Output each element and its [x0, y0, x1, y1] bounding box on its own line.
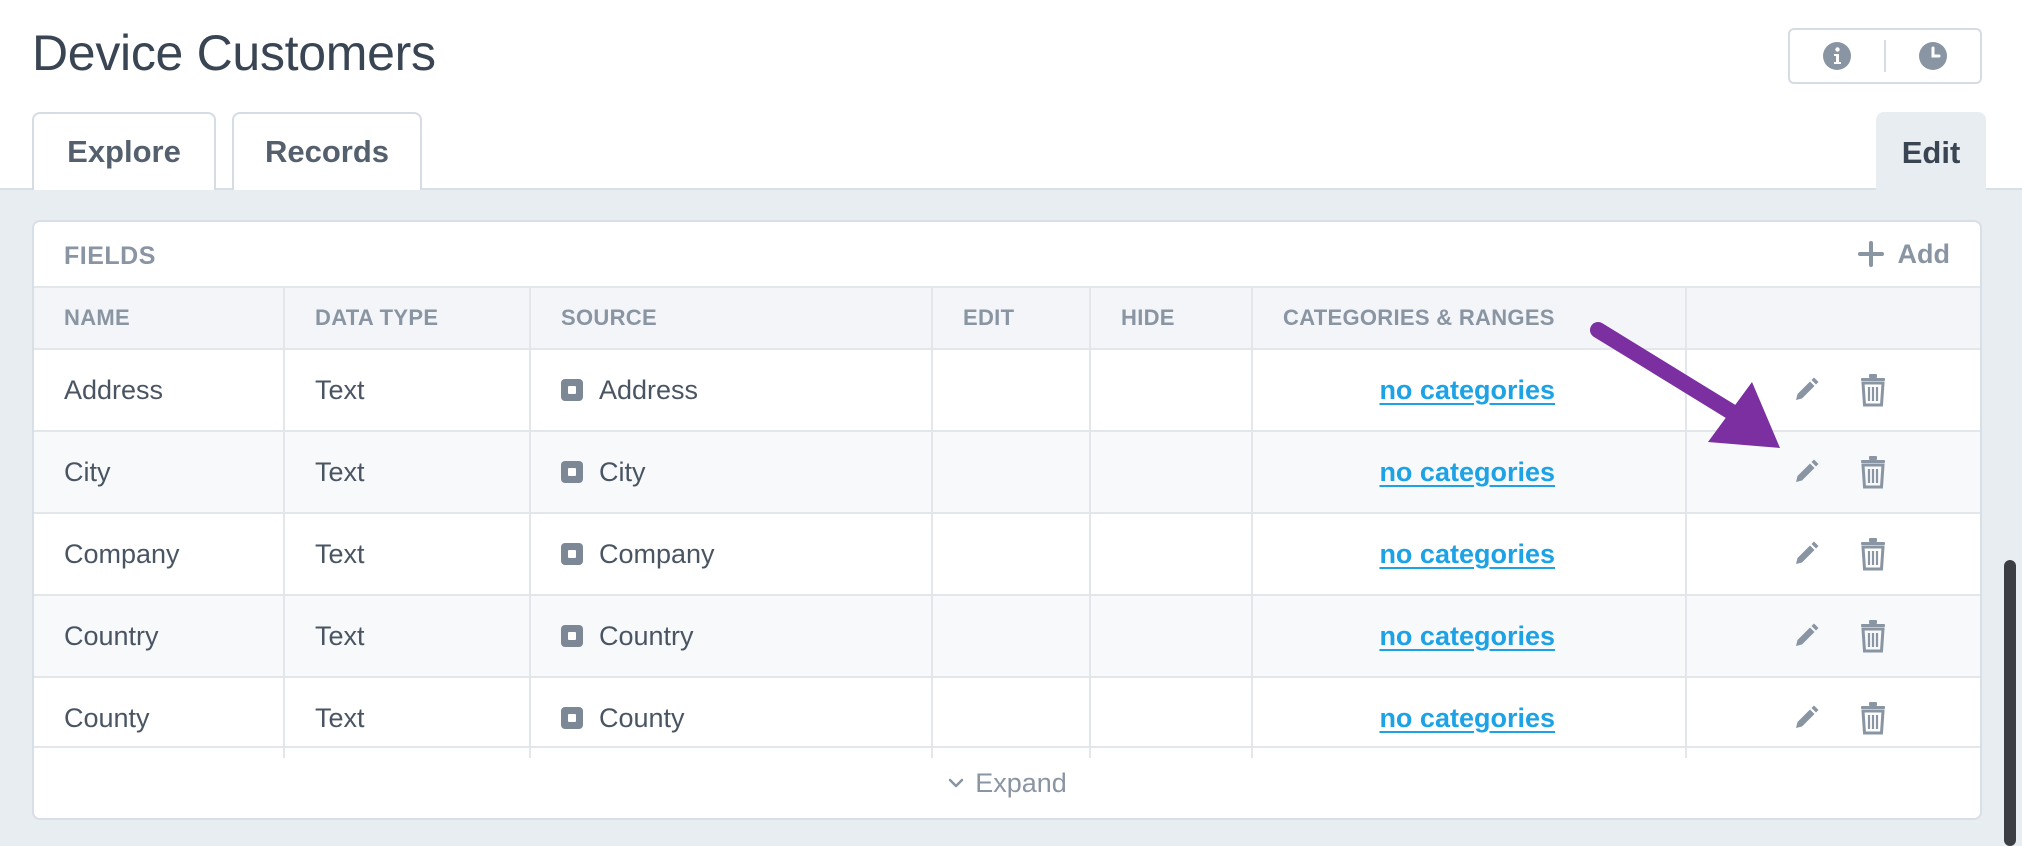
delete-field-button[interactable] — [1858, 619, 1888, 653]
delete-field-button[interactable] — [1858, 537, 1888, 571]
field-source: Address — [599, 374, 699, 405]
column-header-source[interactable]: SOURCE — [530, 286, 933, 349]
field-data-type: Text — [284, 430, 531, 513]
field-data-type: Text — [284, 348, 531, 431]
table-row: Country Text Country no categories — [34, 594, 1980, 677]
pencil-icon — [1796, 541, 1819, 564]
page-scrollbar[interactable] — [2004, 560, 2016, 846]
field-source-cell: Country — [530, 594, 933, 677]
column-header-actions — [1686, 286, 1980, 349]
field-source: Company — [599, 538, 715, 569]
pencil-icon — [1796, 705, 1819, 728]
table-row: Company Text Company no categories — [34, 512, 1980, 595]
source-column-icon — [561, 461, 583, 483]
trash-icon — [1861, 702, 1885, 735]
tab-explore[interactable]: Explore — [32, 112, 216, 190]
edit-field-button[interactable] — [1792, 622, 1820, 650]
categories-link[interactable]: no categories — [1283, 621, 1685, 652]
table-row: City Text City no categories — [34, 430, 1980, 513]
column-header-data-type[interactable]: DATA TYPE — [284, 286, 531, 349]
source-column-icon — [561, 543, 583, 565]
history-button[interactable] — [1886, 30, 1980, 82]
field-actions-cell — [1686, 512, 1980, 595]
expand-button[interactable]: Expand — [34, 746, 1980, 818]
field-categories-cell: no categories — [1252, 348, 1687, 431]
page-title: Device Customers — [32, 25, 436, 81]
column-header-edit: EDIT — [932, 286, 1091, 349]
add-field-button[interactable]: Add — [1857, 236, 1950, 272]
field-source-cell: Company — [530, 512, 933, 595]
page-header: Device Customers Explore Records Edit — [0, 0, 2022, 192]
delete-field-button[interactable] — [1858, 701, 1888, 735]
source-column-icon — [561, 379, 583, 401]
field-edit-cell — [932, 430, 1091, 513]
field-source: County — [599, 702, 685, 733]
column-header-name[interactable]: NAME — [34, 286, 285, 349]
categories-link[interactable]: no categories — [1283, 457, 1685, 488]
field-categories-cell: no categories — [1252, 430, 1687, 513]
pencil-icon — [1796, 377, 1819, 400]
field-categories-cell: no categories — [1252, 512, 1687, 595]
field-source: City — [599, 456, 646, 487]
field-hide-cell — [1090, 594, 1253, 677]
column-header-hide: HIDE — [1090, 286, 1253, 349]
field-actions-cell — [1686, 594, 1980, 677]
delete-field-button[interactable] — [1858, 455, 1888, 489]
header-icon-group — [1788, 28, 1982, 84]
delete-field-button[interactable] — [1858, 373, 1888, 407]
source-column-icon — [561, 707, 583, 729]
tab-records[interactable]: Records — [232, 112, 422, 190]
field-edit-cell — [932, 594, 1091, 677]
expand-label: Expand — [975, 767, 1067, 798]
info-icon — [1823, 42, 1851, 70]
chevron-down-icon — [948, 778, 964, 788]
table-row: Address Text Address no categories — [34, 348, 1980, 431]
field-edit-cell — [932, 348, 1091, 431]
tab-edit[interactable]: Edit — [1876, 112, 1986, 192]
field-name: Address — [34, 348, 285, 431]
field-source-cell: City — [530, 430, 933, 513]
field-source: Country — [599, 620, 694, 651]
categories-link[interactable]: no categories — [1283, 375, 1685, 406]
field-source-cell: Address — [530, 348, 933, 431]
categories-link[interactable]: no categories — [1283, 539, 1685, 570]
field-actions-cell — [1686, 430, 1980, 513]
field-hide-cell — [1090, 430, 1253, 513]
pencil-icon — [1796, 459, 1819, 482]
edit-field-button[interactable] — [1792, 704, 1820, 732]
edit-field-button[interactable] — [1792, 540, 1820, 568]
field-edit-cell — [932, 512, 1091, 595]
fields-title: FIELDS — [64, 242, 156, 270]
source-column-icon — [561, 625, 583, 647]
field-hide-cell — [1090, 512, 1253, 595]
trash-icon — [1861, 620, 1885, 653]
trash-icon — [1861, 456, 1885, 489]
fields-card-header: FIELDS Add — [34, 222, 1980, 286]
field-data-type: Text — [284, 512, 531, 595]
trash-icon — [1861, 538, 1885, 571]
field-name: City — [34, 430, 285, 513]
field-name: Company — [34, 512, 285, 595]
trash-icon — [1861, 374, 1885, 407]
field-data-type: Text — [284, 594, 531, 677]
field-name: Country — [34, 594, 285, 677]
clock-icon — [1919, 42, 1947, 70]
table-header-row: NAME DATA TYPE SOURCE EDIT HIDE CATEGORI… — [34, 286, 1980, 349]
edit-field-button[interactable] — [1792, 458, 1820, 486]
field-actions-cell — [1686, 348, 1980, 431]
plus-icon — [1857, 241, 1884, 267]
field-hide-cell — [1090, 348, 1253, 431]
categories-link[interactable]: no categories — [1283, 703, 1685, 734]
pencil-icon — [1796, 623, 1819, 646]
info-button[interactable] — [1790, 30, 1884, 82]
add-field-label: Add — [1897, 238, 1950, 269]
fields-card: FIELDS Add NAME DATA TYPE SOURCE EDIT HI… — [32, 220, 1982, 820]
column-header-categories: CATEGORIES & RANGES — [1252, 286, 1687, 349]
edit-field-button[interactable] — [1792, 376, 1820, 404]
field-categories-cell: no categories — [1252, 594, 1687, 677]
fields-table: NAME DATA TYPE SOURCE EDIT HIDE CATEGORI… — [34, 286, 1980, 758]
